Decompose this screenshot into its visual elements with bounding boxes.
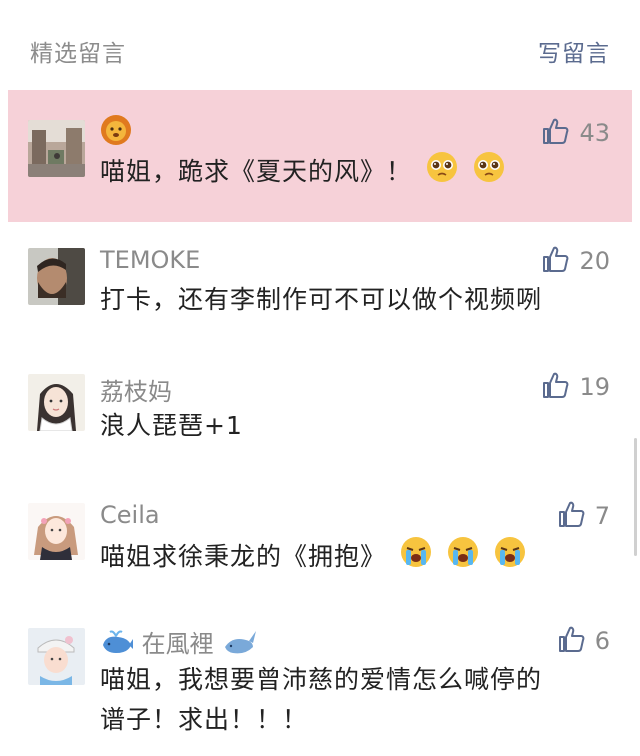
comment-text: 打卡，还有李制作可不可以做个视频咧 <box>100 285 543 314</box>
thumbs-up-icon <box>541 244 571 278</box>
pleading-face-emoji <box>425 150 459 196</box>
comment-item: TEMOKE 20 打卡，还有李制作可不可以做个视频咧 <box>8 222 632 342</box>
like-count: 7 <box>594 502 610 530</box>
like-button[interactable]: 20 <box>541 244 610 278</box>
nickname: 在風裡 <box>100 624 257 663</box>
comment-text: 喵姐，跪求《夏天的风》！ <box>100 150 610 196</box>
write-comment-button[interactable]: 写留言 <box>538 34 610 68</box>
like-count: 20 <box>579 247 610 275</box>
comment-text: 浪人琵琶+1 <box>100 411 243 440</box>
nickname: Ceila <box>100 501 160 529</box>
featured-comments-title: 精选留言 <box>30 41 126 67</box>
comment-text: 喵姐，我想要曾沛慈的爱情怎么喊停的 谱子！求出！！！ <box>100 665 543 734</box>
like-count: 43 <box>579 119 610 147</box>
comment-item: 43 喵姐，跪求《夏天的风》！ <box>8 90 632 222</box>
comment-item: Ceila 7 喵姐求徐秉龙的《拥抱》 <box>8 477 632 612</box>
nickname: TEMOKE <box>100 246 201 274</box>
like-button[interactable]: 7 <box>557 499 610 533</box>
lion-face-emoji <box>100 114 132 152</box>
like-button[interactable]: 6 <box>557 624 610 658</box>
whale-emoji <box>223 627 257 663</box>
thumbs-up-icon <box>541 116 571 150</box>
nickname <box>100 114 132 152</box>
spouting-whale-emoji <box>100 627 134 663</box>
comment-text: 喵姐求徐秉龙的《拥抱》 <box>100 535 610 581</box>
thumbs-up-icon <box>557 624 587 658</box>
pleading-face-emoji <box>472 150 506 196</box>
loudly-crying-face-emoji <box>399 535 433 581</box>
loudly-crying-face-emoji <box>446 535 480 581</box>
avatar[interactable] <box>28 120 85 177</box>
avatar[interactable] <box>28 248 85 305</box>
like-button[interactable]: 43 <box>541 116 610 150</box>
avatar[interactable] <box>28 503 85 560</box>
nickname: 荔枝妈 <box>100 378 172 406</box>
like-count: 6 <box>594 627 610 655</box>
comment-item: 荔枝妈 19 浪人琵琶+1 <box>8 342 632 477</box>
comment-item: 在風裡 6 喵姐，我想要曾沛慈的爱情怎么喊停的 谱子！求出！！！ <box>8 612 632 756</box>
avatar[interactable] <box>28 374 85 431</box>
like-button[interactable]: 19 <box>541 370 610 404</box>
thumbs-up-icon <box>557 499 587 533</box>
comments-header: 精选留言 写留言 <box>0 0 640 90</box>
thumbs-up-icon <box>541 370 571 404</box>
avatar[interactable] <box>28 628 85 685</box>
loudly-crying-face-emoji <box>493 535 527 581</box>
like-count: 19 <box>579 373 610 401</box>
scrollbar[interactable] <box>634 438 637 556</box>
